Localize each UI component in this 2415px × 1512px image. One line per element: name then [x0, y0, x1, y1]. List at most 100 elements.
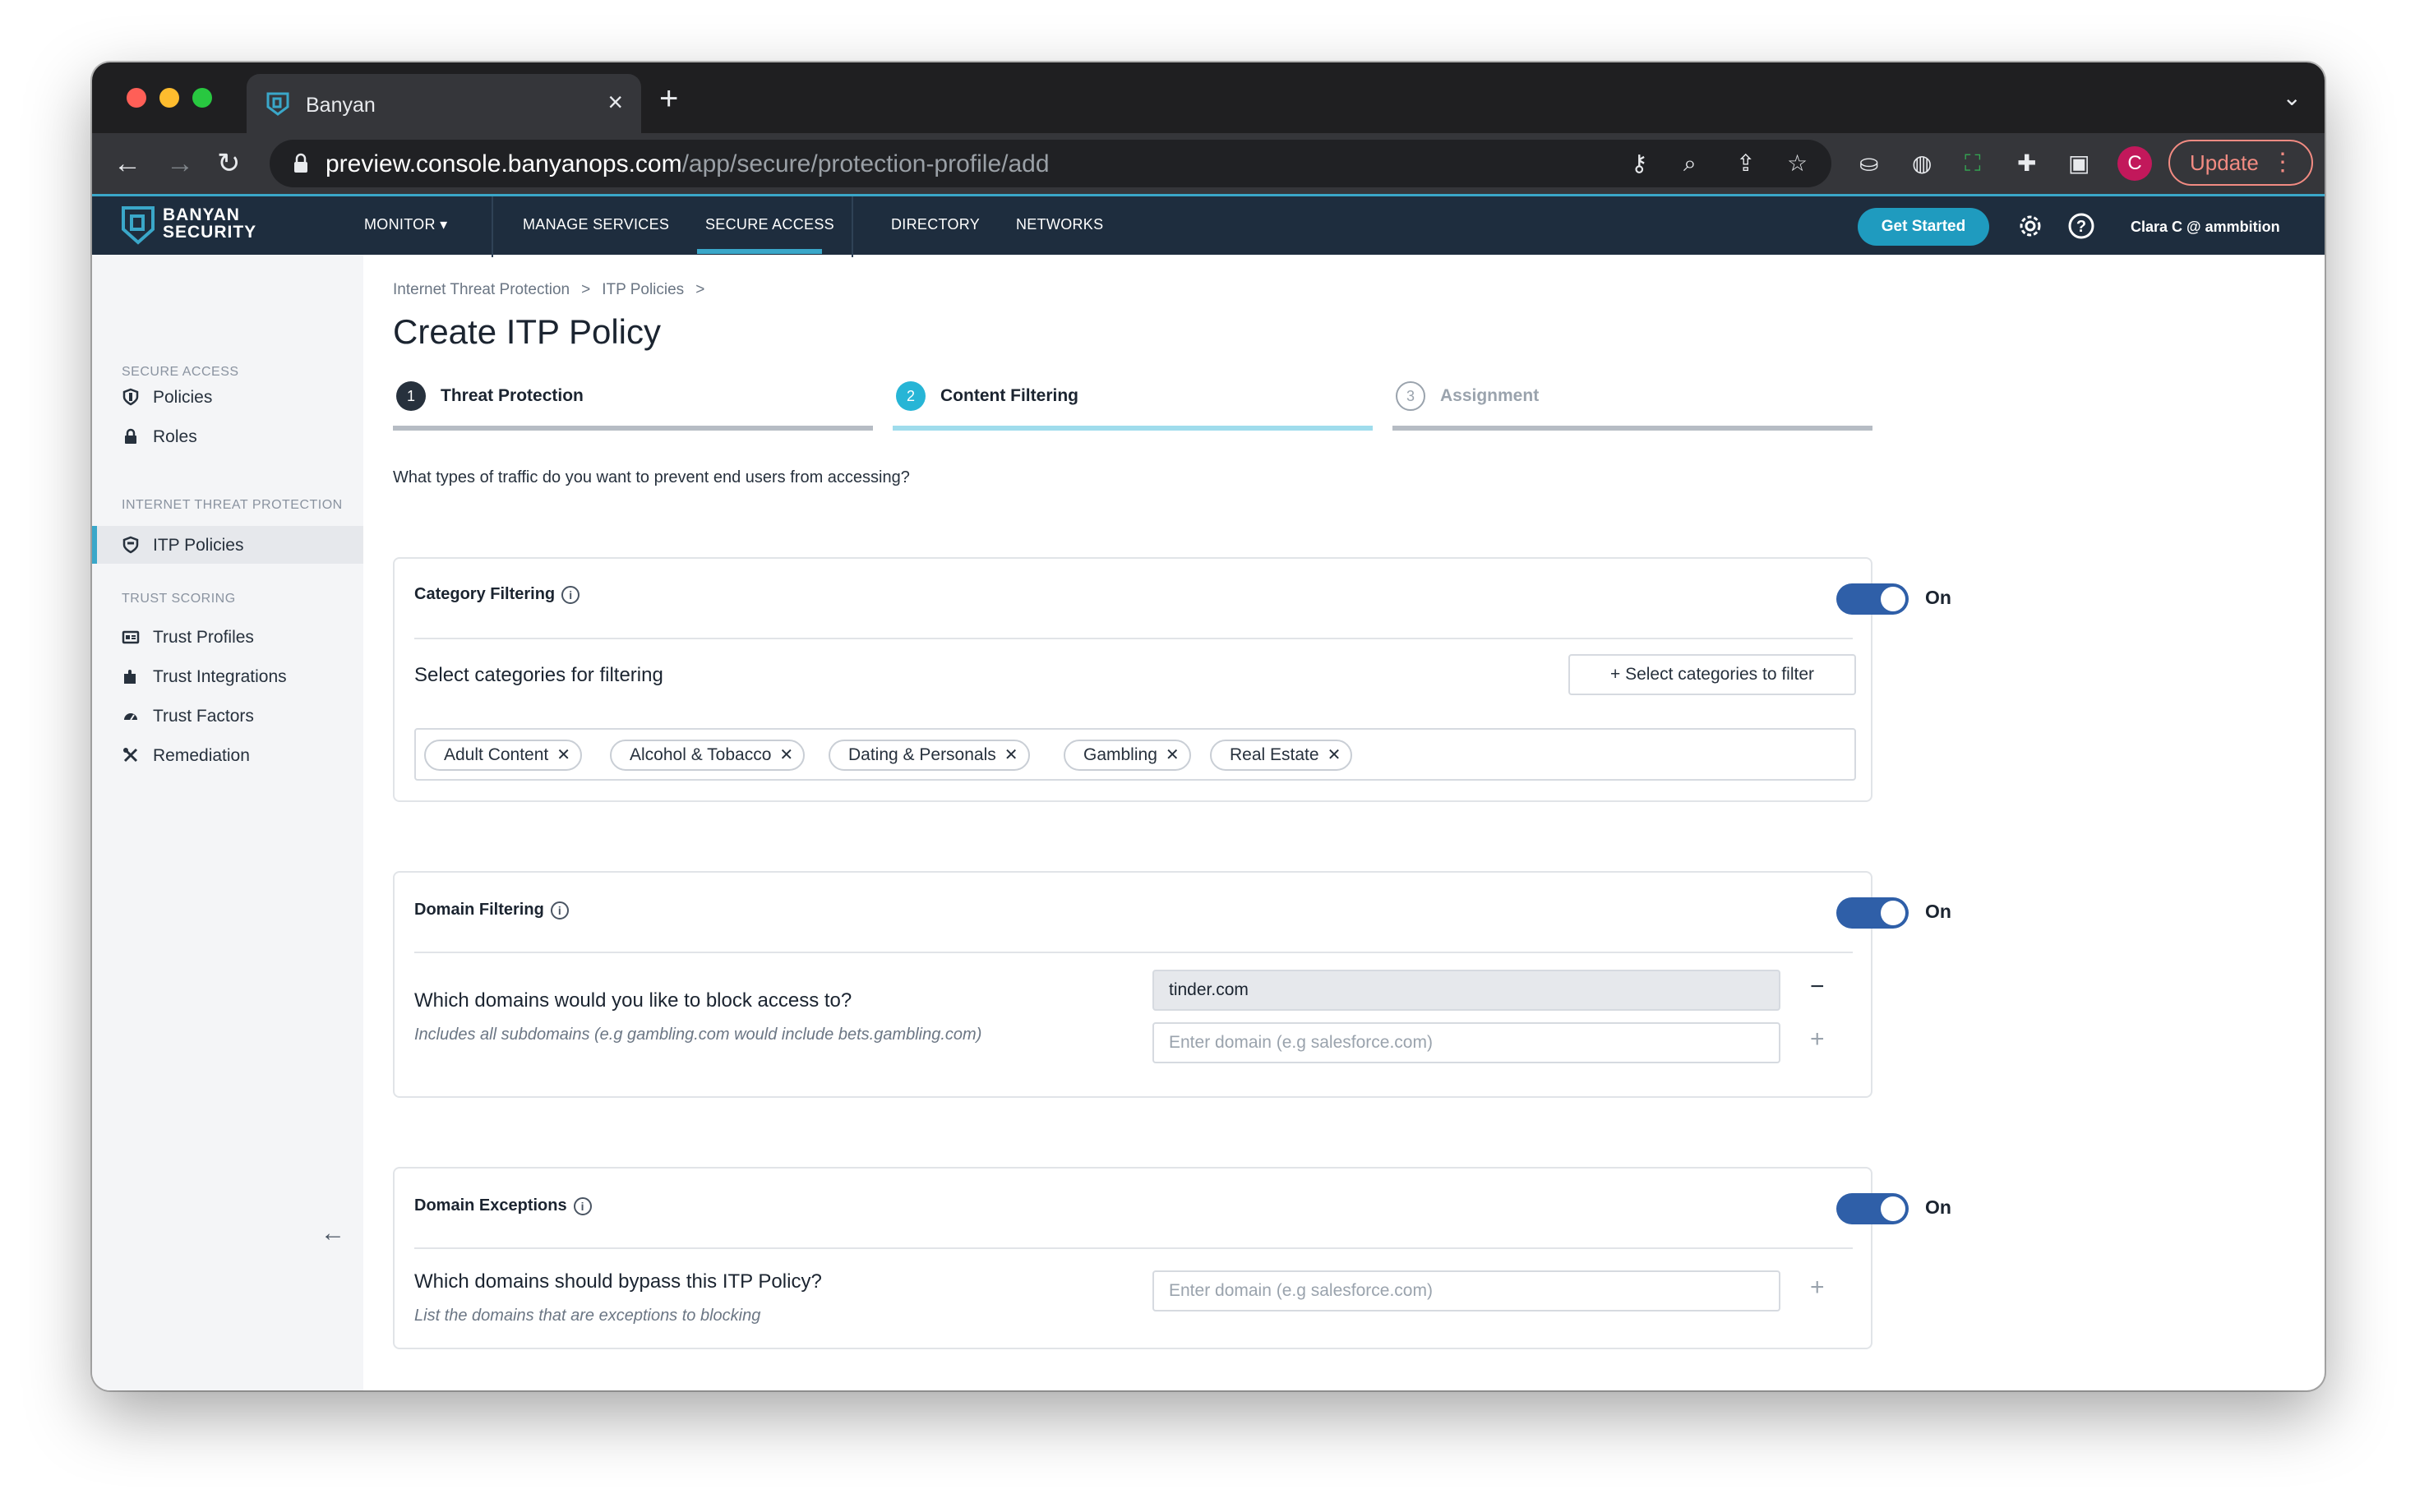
url-host: preview.console.banyanops.com	[326, 150, 682, 177]
category-filtering-card: Category Filtering i On Select categories…	[393, 557, 1951, 802]
logo-wordmark: BANYAN SECURITY	[163, 206, 256, 241]
nav-monitor-label: MONITOR	[364, 216, 436, 233]
reload-icon[interactable]: ↻	[217, 145, 241, 182]
category-chip: Adult Content ✕	[424, 740, 583, 771]
extension-icon[interactable]: ⛀	[1859, 150, 1878, 177]
puzzle-icon[interactable]: ✚	[2017, 150, 2036, 177]
logo-line-2: SECURITY	[163, 223, 257, 242]
sidebar-item-roles[interactable]: Roles	[92, 417, 363, 455]
tab-close-icon[interactable]: ×	[607, 87, 623, 118]
maximize-window-button[interactable]	[192, 88, 212, 108]
browser-tab[interactable]: Banyan ×	[247, 74, 641, 133]
toggle-knob	[1881, 587, 1905, 611]
tab-search-chevron-icon[interactable]: ⌄	[2283, 84, 2302, 111]
info-icon[interactable]: i	[573, 1196, 592, 1215]
collapse-sidebar-arrow-icon[interactable]: ←	[321, 1219, 345, 1247]
sidebar-section-trust-scoring: TRUST SCORING	[122, 592, 236, 606]
nav-directory[interactable]: DIRECTORY	[891, 216, 980, 233]
remove-chip-icon[interactable]: ✕	[1166, 746, 1180, 764]
domain-filtering-toggle[interactable]	[1836, 897, 1909, 929]
breadcrumb-itp[interactable]: Internet Threat Protection	[393, 281, 570, 298]
chip-label: Real Estate	[1230, 745, 1319, 764]
row-subtitle: Includes all subdomains (e.g gambling.co…	[414, 1026, 982, 1044]
new-tab-icon[interactable]: +	[659, 82, 678, 115]
nav-active-indicator	[697, 249, 822, 254]
remove-domain-icon[interactable]: −	[1810, 973, 1825, 1001]
blocked-domain-field[interactable]: tinder.com	[1152, 970, 1780, 1011]
sidebar-item-label: Trust Factors	[153, 707, 254, 726]
key-icon[interactable]: ⚷	[1631, 150, 1648, 177]
select-categories-button[interactable]: + Select categories to filter	[1568, 654, 1856, 695]
breadcrumb-itp-policies[interactable]: ITP Policies	[602, 281, 684, 298]
domain-exceptions-toggle[interactable]	[1836, 1193, 1909, 1224]
step-number: 1	[396, 381, 426, 411]
nav-manage-services[interactable]: MANAGE SERVICES	[523, 216, 669, 233]
category-filtering-toggle[interactable]	[1836, 583, 1909, 615]
minimize-window-button[interactable]	[159, 88, 179, 108]
remove-chip-icon[interactable]: ✕	[556, 746, 570, 764]
zoom-icon[interactable]: ⌕	[1683, 150, 1697, 177]
sidebar-item-itp-policies[interactable]: ITP Policies	[92, 526, 363, 564]
category-chips-field[interactable]: Adult Content ✕ Alcohol & Tobacco ✕ Dating…	[414, 728, 1856, 781]
domain-input[interactable]: Enter domain (e.g salesforce.com)	[1152, 1022, 1780, 1063]
remove-chip-icon[interactable]: ✕	[1328, 746, 1341, 764]
sidebar-item-policies[interactable]: Policies	[92, 378, 363, 416]
info-icon[interactable]: i	[561, 585, 580, 604]
get-started-button[interactable]: Get Started	[1858, 208, 1989, 246]
shield-icon	[122, 388, 139, 406]
add-exception-icon[interactable]: +	[1810, 1274, 1825, 1302]
card-title-text: Domain Exceptions	[414, 1196, 567, 1215]
add-domain-icon[interactable]: +	[1810, 1026, 1825, 1053]
page-title: Create ITP Policy	[393, 312, 662, 351]
more-icon[interactable]: ⋮	[2270, 141, 2295, 184]
sidebar-item-trust-profiles[interactable]: Trust Profiles	[92, 618, 363, 656]
toggle-label: On	[1925, 1196, 1951, 1218]
sidebar-item-label: Trust Integrations	[153, 667, 287, 686]
sidebar-item-label: Roles	[153, 427, 197, 446]
card-title: Category Filtering i	[414, 585, 580, 604]
screenshot-icon[interactable]: ⛶	[1965, 150, 1981, 177]
breadcrumb-separator-icon: >	[581, 281, 591, 298]
sidebar-section-itp: INTERNET THREAT PROTECTION	[122, 498, 343, 512]
sidebar-item-remediation[interactable]: Remediation	[92, 736, 363, 774]
close-window-button[interactable]	[127, 88, 146, 108]
tab-title: Banyan	[306, 94, 376, 117]
card-divider	[414, 638, 1853, 639]
puzzle-icon	[124, 670, 136, 684]
share-icon[interactable]: ⇪	[1736, 150, 1755, 177]
nav-networks[interactable]: NETWORKS	[1016, 216, 1103, 233]
sidebar-item-trust-integrations[interactable]: Trust Integrations	[92, 657, 363, 695]
sidebar-item-label: Remediation	[153, 746, 250, 765]
card-divider	[414, 1247, 1853, 1249]
id-card-icon	[122, 630, 140, 644]
chip-label: Dating & Personals	[848, 745, 996, 764]
address-bar[interactable]: preview.console.banyanops.com/app/secure…	[270, 140, 1831, 187]
forward-arrow-icon[interactable]: →	[166, 145, 194, 182]
profile-avatar[interactable]: C	[2117, 146, 2152, 181]
row-title: Which domains would you like to block ac…	[414, 989, 852, 1012]
remove-chip-icon[interactable]: ✕	[1004, 746, 1018, 764]
settings-gear-icon[interactable]	[2016, 211, 2045, 241]
nav-divider	[852, 196, 853, 257]
banyan-logo-icon	[122, 206, 155, 245]
app-header: BANYAN SECURITY MONITOR ▾ MANAGE SERVICE…	[92, 194, 2325, 257]
bookmark-star-icon[interactable]: ☆	[1787, 150, 1808, 177]
update-button[interactable]: Update ⋮	[2168, 140, 2313, 186]
cookie-icon[interactable]: ◍	[1912, 150, 1932, 177]
nav-secure-access[interactable]: SECURE ACCESS	[705, 216, 834, 233]
user-menu[interactable]: Clara C @ ammbition	[2131, 219, 2280, 236]
sidebar-item-trust-factors[interactable]: Trust Factors	[92, 697, 363, 735]
step-label: Assignment	[1440, 386, 1540, 405]
side-panel-icon[interactable]: ▣	[2068, 150, 2089, 177]
category-chip: Dating & Personals ✕	[829, 740, 1030, 771]
help-icon[interactable]: ?	[2066, 211, 2096, 241]
remove-chip-icon[interactable]: ✕	[779, 746, 793, 764]
exception-domain-input[interactable]: Enter domain (e.g salesforce.com)	[1152, 1270, 1780, 1311]
card-title-text: Category Filtering	[414, 585, 556, 603]
card-divider	[414, 952, 1853, 953]
card-title: Domain Filtering i	[414, 901, 569, 920]
back-arrow-icon[interactable]: ←	[113, 145, 141, 182]
nav-monitor[interactable]: MONITOR ▾	[364, 216, 447, 233]
tools-icon	[123, 748, 138, 763]
info-icon[interactable]: i	[550, 901, 569, 920]
